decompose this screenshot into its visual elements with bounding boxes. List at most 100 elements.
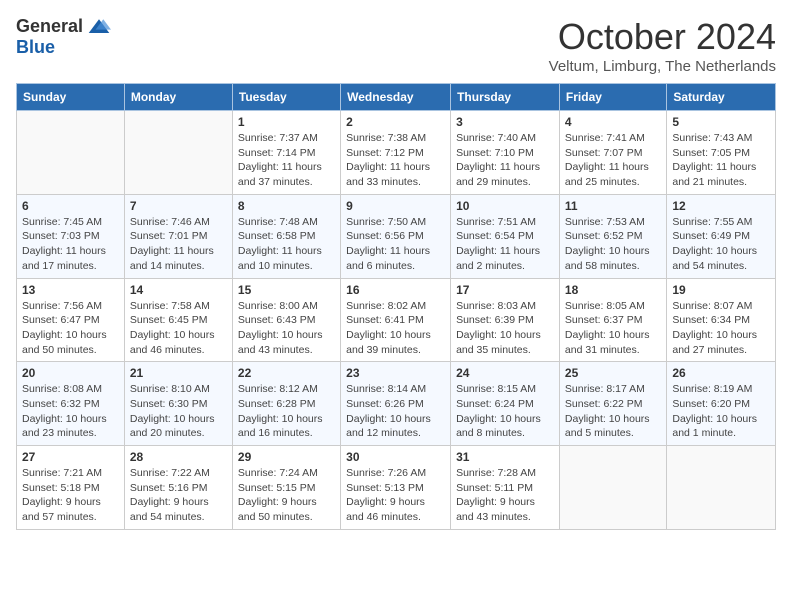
- day-info: Sunrise: 7:45 AM Sunset: 7:03 PM Dayligh…: [22, 215, 119, 274]
- day-number: 26: [672, 366, 770, 380]
- weekday-header-wednesday: Wednesday: [341, 84, 451, 111]
- day-info: Sunrise: 7:22 AM Sunset: 5:16 PM Dayligh…: [130, 466, 227, 525]
- day-number: 11: [565, 199, 661, 213]
- calendar-cell: 5 Sunrise: 7:43 AM Sunset: 7:05 PM Daylig…: [667, 111, 776, 195]
- day-info: Sunrise: 8:19 AM Sunset: 6:20 PM Dayligh…: [672, 382, 770, 441]
- calendar-week-row: 20 Sunrise: 8:08 AM Sunset: 6:32 PM Dayli…: [17, 362, 776, 446]
- day-number: 29: [238, 450, 335, 464]
- page-header: General Blue October 2024 Veltum, Limbur…: [16, 16, 776, 75]
- day-number: 20: [22, 366, 119, 380]
- day-number: 22: [238, 366, 335, 380]
- calendar-cell: 9 Sunrise: 7:50 AM Sunset: 6:56 PM Daylig…: [341, 194, 451, 278]
- day-info: Sunrise: 7:48 AM Sunset: 6:58 PM Dayligh…: [238, 215, 335, 274]
- calendar-cell: 1Sunrise: 7:37 AM Sunset: 7:14 PM Daylig…: [232, 111, 340, 195]
- day-number: 21: [130, 366, 227, 380]
- day-number: 6: [22, 199, 119, 213]
- day-info: Sunrise: 8:03 AM Sunset: 6:39 PM Dayligh…: [456, 299, 554, 358]
- day-number: 15: [238, 283, 335, 297]
- calendar-cell: [124, 111, 232, 195]
- calendar-week-row: 13 Sunrise: 7:56 AM Sunset: 6:47 PM Dayli…: [17, 278, 776, 362]
- day-number: 4: [565, 115, 661, 129]
- day-number: 18: [565, 283, 661, 297]
- calendar-cell: 2Sunrise: 7:38 AM Sunset: 7:12 PM Daylig…: [341, 111, 451, 195]
- day-number: 9: [346, 199, 445, 213]
- month-title: October 2024: [549, 16, 776, 58]
- weekday-header-monday: Monday: [124, 84, 232, 111]
- calendar-cell: 19 Sunrise: 8:07 AM Sunset: 6:34 PM Dayli…: [667, 278, 776, 362]
- calendar-cell: 12 Sunrise: 7:55 AM Sunset: 6:49 PM Dayli…: [667, 194, 776, 278]
- calendar-cell: 13 Sunrise: 7:56 AM Sunset: 6:47 PM Dayli…: [17, 278, 125, 362]
- day-info: Sunrise: 8:02 AM Sunset: 6:41 PM Dayligh…: [346, 299, 445, 358]
- calendar-cell: [559, 446, 666, 530]
- day-number: 5: [672, 115, 770, 129]
- day-info: Sunrise: 7:28 AM Sunset: 5:11 PM Dayligh…: [456, 466, 554, 525]
- day-info: Sunrise: 7:53 AM Sunset: 6:52 PM Dayligh…: [565, 215, 661, 274]
- calendar-cell: 8 Sunrise: 7:48 AM Sunset: 6:58 PM Daylig…: [232, 194, 340, 278]
- calendar-cell: 10 Sunrise: 7:51 AM Sunset: 6:54 PM Dayli…: [451, 194, 560, 278]
- calendar-cell: 29 Sunrise: 7:24 AM Sunset: 5:15 PM Dayli…: [232, 446, 340, 530]
- calendar-week-row: 6 Sunrise: 7:45 AM Sunset: 7:03 PM Daylig…: [17, 194, 776, 278]
- day-info: Sunrise: 8:12 AM Sunset: 6:28 PM Dayligh…: [238, 382, 335, 441]
- calendar-cell: [667, 446, 776, 530]
- weekday-header-tuesday: Tuesday: [232, 84, 340, 111]
- calendar-cell: 6 Sunrise: 7:45 AM Sunset: 7:03 PM Daylig…: [17, 194, 125, 278]
- day-info: Sunrise: 8:07 AM Sunset: 6:34 PM Dayligh…: [672, 299, 770, 358]
- calendar-week-row: 27 Sunrise: 7:21 AM Sunset: 5:18 PM Dayli…: [17, 446, 776, 530]
- day-number: 14: [130, 283, 227, 297]
- day-info: Sunrise: 8:05 AM Sunset: 6:37 PM Dayligh…: [565, 299, 661, 358]
- day-info: Sunrise: 8:14 AM Sunset: 6:26 PM Dayligh…: [346, 382, 445, 441]
- day-number: 8: [238, 199, 335, 213]
- calendar-cell: 23 Sunrise: 8:14 AM Sunset: 6:26 PM Dayli…: [341, 362, 451, 446]
- day-info: Sunrise: 8:00 AM Sunset: 6:43 PM Dayligh…: [238, 299, 335, 358]
- calendar-cell: 21 Sunrise: 8:10 AM Sunset: 6:30 PM Dayli…: [124, 362, 232, 446]
- day-number: 7: [130, 199, 227, 213]
- day-number: 24: [456, 366, 554, 380]
- day-number: 17: [456, 283, 554, 297]
- weekday-header-thursday: Thursday: [451, 84, 560, 111]
- day-number: 13: [22, 283, 119, 297]
- day-info: Sunrise: 8:10 AM Sunset: 6:30 PM Dayligh…: [130, 382, 227, 441]
- title-block: October 2024 Veltum, Limburg, The Nether…: [549, 16, 776, 75]
- day-info: Sunrise: 7:50 AM Sunset: 6:56 PM Dayligh…: [346, 215, 445, 274]
- day-info: Sunrise: 7:26 AM Sunset: 5:13 PM Dayligh…: [346, 466, 445, 525]
- day-info: Sunrise: 7:43 AM Sunset: 7:05 PM Dayligh…: [672, 131, 770, 190]
- day-info: Sunrise: 7:21 AM Sunset: 5:18 PM Dayligh…: [22, 466, 119, 525]
- day-info: Sunrise: 8:15 AM Sunset: 6:24 PM Dayligh…: [456, 382, 554, 441]
- day-number: 1: [238, 115, 335, 129]
- day-info: Sunrise: 7:55 AM Sunset: 6:49 PM Dayligh…: [672, 215, 770, 274]
- calendar-cell: 3Sunrise: 7:40 AM Sunset: 7:10 PM Daylig…: [451, 111, 560, 195]
- day-number: 19: [672, 283, 770, 297]
- calendar-cell: 22 Sunrise: 8:12 AM Sunset: 6:28 PM Dayli…: [232, 362, 340, 446]
- day-number: 10: [456, 199, 554, 213]
- logo-blue-text: Blue: [16, 37, 55, 58]
- weekday-header-saturday: Saturday: [667, 84, 776, 111]
- day-number: 16: [346, 283, 445, 297]
- day-info: Sunrise: 7:24 AM Sunset: 5:15 PM Dayligh…: [238, 466, 335, 525]
- calendar-cell: 4 Sunrise: 7:41 AM Sunset: 7:07 PM Daylig…: [559, 111, 666, 195]
- day-number: 30: [346, 450, 445, 464]
- day-info: Sunrise: 7:51 AM Sunset: 6:54 PM Dayligh…: [456, 215, 554, 274]
- calendar-cell: 27 Sunrise: 7:21 AM Sunset: 5:18 PM Dayli…: [17, 446, 125, 530]
- day-number: 12: [672, 199, 770, 213]
- weekday-header-row: SundayMondayTuesdayWednesdayThursdayFrid…: [17, 84, 776, 111]
- calendar-cell: 15 Sunrise: 8:00 AM Sunset: 6:43 PM Dayli…: [232, 278, 340, 362]
- day-info: Sunrise: 7:56 AM Sunset: 6:47 PM Dayligh…: [22, 299, 119, 358]
- logo-icon: [87, 17, 111, 37]
- calendar-cell: 14Sunrise: 7:58 AM Sunset: 6:45 PM Dayli…: [124, 278, 232, 362]
- calendar-cell: 17 Sunrise: 8:03 AM Sunset: 6:39 PM Dayli…: [451, 278, 560, 362]
- day-info: Sunrise: 7:40 AM Sunset: 7:10 PM Dayligh…: [456, 131, 554, 190]
- calendar-cell: [17, 111, 125, 195]
- day-info: Sunrise: 7:41 AM Sunset: 7:07 PM Dayligh…: [565, 131, 661, 190]
- calendar-cell: 25Sunrise: 8:17 AM Sunset: 6:22 PM Dayli…: [559, 362, 666, 446]
- calendar-cell: 16 Sunrise: 8:02 AM Sunset: 6:41 PM Dayli…: [341, 278, 451, 362]
- day-number: 31: [456, 450, 554, 464]
- logo-general-text: General: [16, 16, 83, 37]
- day-number: 25: [565, 366, 661, 380]
- calendar-cell: 18 Sunrise: 8:05 AM Sunset: 6:37 PM Dayli…: [559, 278, 666, 362]
- calendar-cell: 11 Sunrise: 7:53 AM Sunset: 6:52 PM Dayli…: [559, 194, 666, 278]
- day-number: 2: [346, 115, 445, 129]
- day-number: 27: [22, 450, 119, 464]
- day-number: 23: [346, 366, 445, 380]
- calendar-cell: 7Sunrise: 7:46 AM Sunset: 7:01 PM Daylig…: [124, 194, 232, 278]
- day-info: Sunrise: 8:08 AM Sunset: 6:32 PM Dayligh…: [22, 382, 119, 441]
